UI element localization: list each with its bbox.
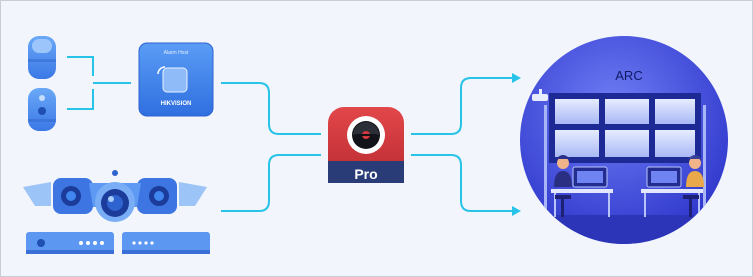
connector-host-to-app (221, 82, 321, 135)
alarm-host-button (162, 67, 188, 93)
motion-sensor-device (28, 36, 56, 79)
arc-monitoring-center: ARC (520, 36, 728, 244)
nvr-recorder-left (26, 232, 114, 254)
camera-cluster-device (23, 170, 207, 222)
arrow-head-bottom (512, 206, 521, 216)
system-diagram: Alarm Host HIKVISION Pro ARC (23, 36, 728, 254)
nvr-recorder-right (122, 232, 210, 254)
connector-arrows (512, 73, 521, 216)
connector-sensor-b (67, 89, 94, 110)
arrow-head-top (512, 73, 521, 83)
app-icon-badge: Pro (354, 166, 377, 182)
alarm-host-title: Alarm Host (164, 50, 189, 56)
camera-shutter-icon (347, 116, 385, 154)
connector-sensor-a (67, 56, 94, 76)
app-icon: Pro (328, 107, 404, 183)
diagram-canvas: Alarm Host HIKVISION Pro ARC (0, 0, 753, 277)
arc-label: ARC (615, 68, 642, 83)
connector-cameras-to-app (221, 154, 321, 212)
door-sensor-device (28, 88, 56, 131)
connector-app-to-arc-top (411, 77, 513, 135)
connector-app-to-arc-bottom (411, 154, 513, 212)
alarm-host-brand: HIKVISION (161, 101, 192, 107)
alarm-host-device: Alarm Host HIKVISION (138, 42, 214, 117)
